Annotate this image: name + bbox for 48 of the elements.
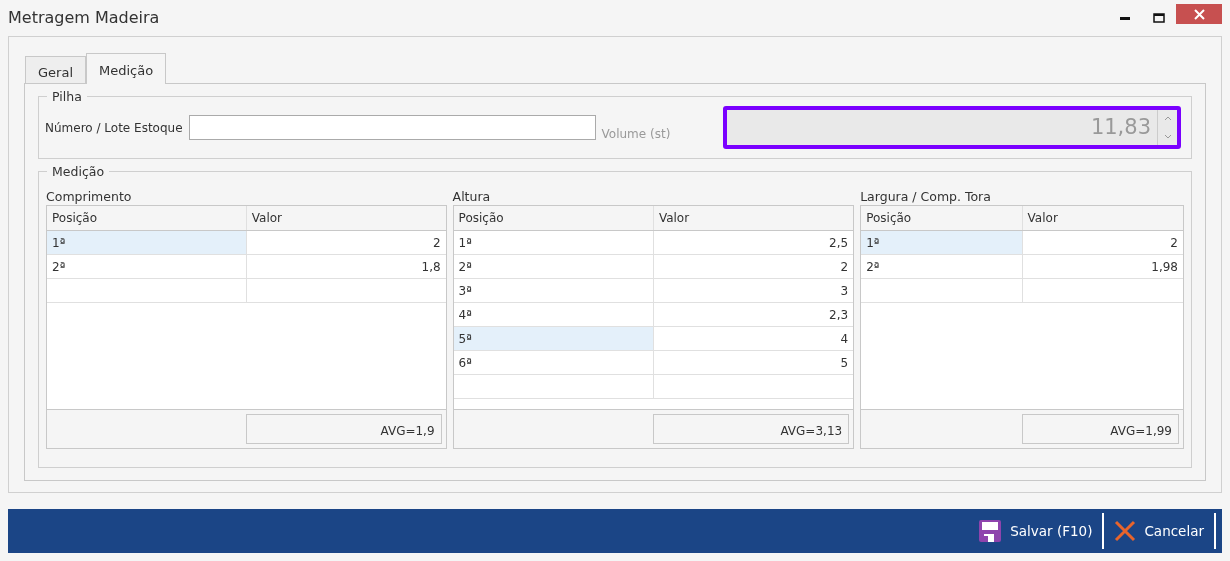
column-header[interactable]: Posição bbox=[47, 206, 247, 230]
table-cell[interactable]: 2 bbox=[1022, 231, 1183, 254]
input-field[interactable] bbox=[188, 115, 596, 140]
grid-title: Largura / Comp. Tora bbox=[860, 188, 992, 205]
field-label: Volume (st) bbox=[601, 125, 671, 143]
average-summary: AVG=1,99 bbox=[1022, 414, 1179, 444]
table-cell[interactable]: 2 bbox=[246, 231, 446, 254]
cancel-button[interactable]: Cancelar bbox=[1104, 513, 1216, 549]
table-cell[interactable]: 2ª bbox=[453, 255, 654, 278]
table-cell[interactable]: 1ª bbox=[861, 231, 1023, 254]
table-cell[interactable]: 2,5 bbox=[653, 231, 854, 254]
table-cell[interactable]: 2ª bbox=[861, 255, 1023, 278]
table-cell[interactable]: 1,98 bbox=[1022, 255, 1183, 278]
tab[interactable]: Geral bbox=[25, 56, 86, 83]
table-cell[interactable]: 4ª bbox=[453, 303, 654, 326]
table-cell[interactable]: 3ª bbox=[453, 279, 654, 302]
table-cell[interactable]: 1ª bbox=[47, 231, 247, 254]
table-cell[interactable]: 3 bbox=[653, 279, 854, 302]
average-summary: AVG=3,13 bbox=[653, 414, 850, 444]
close-icon bbox=[1193, 8, 1205, 20]
column-header[interactable]: Valor bbox=[653, 206, 854, 230]
close-icon bbox=[1114, 520, 1137, 542]
column-header[interactable]: Valor bbox=[246, 206, 446, 230]
tab[interactable]: Medição bbox=[86, 53, 167, 84]
group-legend: Medição bbox=[47, 163, 110, 182]
grid-title: Altura bbox=[452, 188, 492, 205]
table-cell[interactable]: 2ª bbox=[47, 255, 247, 278]
minimize-icon bbox=[1120, 16, 1130, 20]
table-cell[interactable]: 4 bbox=[653, 327, 854, 350]
table-cell[interactable]: 2,3 bbox=[653, 303, 854, 326]
table-cell[interactable]: 5 bbox=[653, 351, 854, 374]
average-summary: AVG=1,9 bbox=[246, 414, 442, 444]
column-header[interactable]: Posição bbox=[453, 206, 654, 230]
chevron-up-icon[interactable] bbox=[1163, 116, 1172, 122]
table-cell[interactable]: 5ª bbox=[453, 327, 654, 350]
close-button[interactable] bbox=[1176, 4, 1222, 24]
column-header[interactable]: Posição bbox=[861, 206, 1023, 230]
window-title: Metragem Madeira bbox=[8, 7, 160, 29]
column-header[interactable]: Valor bbox=[1022, 206, 1183, 230]
table-cell[interactable]: 2 bbox=[653, 255, 854, 278]
maximize-icon bbox=[1153, 13, 1165, 23]
table-cell[interactable]: 1ª bbox=[453, 231, 654, 254]
save-button[interactable]: Salvar (F10) bbox=[968, 513, 1105, 549]
table-cell[interactable]: 1,8 bbox=[246, 255, 446, 278]
field-label: Número / Lote Estoque bbox=[45, 119, 183, 137]
grid-title: Comprimento bbox=[46, 188, 133, 205]
table-cell[interactable]: 6ª bbox=[453, 351, 654, 374]
chevron-down-icon[interactable] bbox=[1163, 133, 1172, 139]
